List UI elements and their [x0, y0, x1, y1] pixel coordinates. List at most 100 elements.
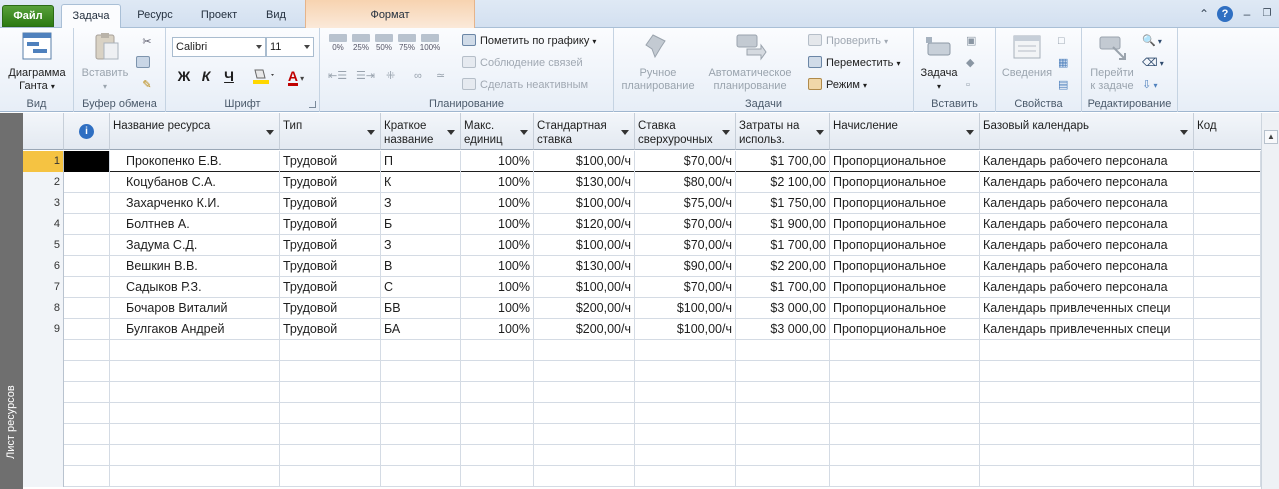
- mode-button[interactable]: Режим ▾: [808, 75, 867, 95]
- cell-code[interactable]: [1194, 151, 1261, 172]
- italic-button[interactable]: К: [196, 66, 216, 86]
- restore-icon[interactable]: ❐: [1259, 6, 1275, 22]
- cell-row-number[interactable]: [23, 466, 64, 487]
- cell-max-units[interactable]: 100%: [461, 277, 534, 298]
- table-row[interactable]: [23, 445, 1261, 466]
- cell-accrue-at[interactable]: Пропорциональное: [830, 319, 980, 340]
- cell-std-rate[interactable]: [534, 424, 635, 445]
- header-initials[interactable]: Краткое название: [381, 113, 461, 150]
- cell-initials[interactable]: П: [381, 151, 461, 172]
- pct-0-button[interactable]: 0%: [327, 34, 349, 52]
- cell-std-rate[interactable]: $120,00/ч: [534, 214, 635, 235]
- cell-type[interactable]: Трудовой: [280, 151, 381, 172]
- tab-file[interactable]: Файл: [2, 5, 54, 27]
- header-ovt-rate[interactable]: Ставка сверхурочных: [635, 113, 736, 150]
- cell-code[interactable]: [1194, 298, 1261, 319]
- cell-ovt-rate[interactable]: $75,00/ч: [635, 193, 736, 214]
- cell-resource-name[interactable]: [110, 445, 280, 466]
- font-color-button[interactable]: А ▾: [282, 66, 310, 86]
- cell-ovt-rate[interactable]: [635, 445, 736, 466]
- move-button[interactable]: Переместить ▾: [808, 53, 900, 73]
- cell-row-number[interactable]: 4: [23, 214, 64, 235]
- minimize-icon[interactable]: –: [1239, 6, 1255, 22]
- cell-code[interactable]: [1194, 319, 1261, 340]
- cell-max-units[interactable]: 100%: [461, 193, 534, 214]
- cell-cost-per-use[interactable]: $3 000,00: [736, 319, 830, 340]
- cell-row-number[interactable]: [23, 424, 64, 445]
- cell-indicators[interactable]: [64, 214, 110, 235]
- minimize-ribbon-icon[interactable]: ⌃: [1196, 6, 1212, 22]
- indent-icon[interactable]: ☰⇥: [356, 66, 386, 86]
- details-icon[interactable]: ▦: [1058, 53, 1078, 73]
- cell-cost-per-use[interactable]: $2 100,00: [736, 172, 830, 193]
- cell-cost-per-use[interactable]: [736, 445, 830, 466]
- cell-code[interactable]: [1194, 256, 1261, 277]
- pct-50-button[interactable]: 50%: [373, 34, 395, 52]
- cell-resource-name[interactable]: Булгаков Андрей: [110, 319, 280, 340]
- inactivate-button[interactable]: Сделать неактивным: [462, 75, 588, 95]
- cell-code[interactable]: [1194, 235, 1261, 256]
- cell-resource-name[interactable]: Коцубанов С.А.: [110, 172, 280, 193]
- cell-resource-name[interactable]: [110, 340, 280, 361]
- cell-resource-name[interactable]: Захарченко К.И.: [110, 193, 280, 214]
- cell-type[interactable]: Трудовой: [280, 298, 381, 319]
- cell-code[interactable]: [1194, 193, 1261, 214]
- cell-max-units[interactable]: [461, 424, 534, 445]
- cell-initials[interactable]: БВ: [381, 298, 461, 319]
- cell-resource-name[interactable]: Прокопенко Е.В.: [110, 151, 280, 172]
- cell-code[interactable]: [1194, 277, 1261, 298]
- header-code[interactable]: Код: [1194, 113, 1261, 150]
- cell-cost-per-use[interactable]: [736, 382, 830, 403]
- information-button[interactable]: Сведения: [998, 31, 1056, 80]
- cell-base-calendar[interactable]: Календарь рабочего персонала: [980, 277, 1194, 298]
- cell-std-rate[interactable]: $200,00/ч: [534, 298, 635, 319]
- cell-std-rate[interactable]: $130,00/ч: [534, 256, 635, 277]
- table-row[interactable]: 2 Коцубанов С.А. Трудовой К 100% $130,00/ч $80…: [23, 172, 1261, 193]
- cell-resource-name[interactable]: Садыков Р.З.: [110, 277, 280, 298]
- tab-view[interactable]: Вид: [256, 4, 296, 28]
- cell-std-rate[interactable]: [534, 445, 635, 466]
- cell-initials[interactable]: В: [381, 256, 461, 277]
- split-icon[interactable]: ⁜: [386, 66, 408, 86]
- link-icon[interactable]: ∞: [414, 66, 436, 86]
- cell-type[interactable]: [280, 382, 381, 403]
- cell-accrue-at[interactable]: [830, 403, 980, 424]
- cell-accrue-at[interactable]: Пропорциональное: [830, 298, 980, 319]
- cell-resource-name[interactable]: Болтнев А.: [110, 214, 280, 235]
- table-row[interactable]: 5 Задума С.Д. Трудовой З 100% $100,00/ч $70,00…: [23, 235, 1261, 256]
- table-row[interactable]: 1 Прокопенко Е.В. Трудовой П 100% $100,00/ч $7…: [23, 151, 1261, 172]
- pct-25-button[interactable]: 25%: [350, 34, 372, 52]
- cell-code[interactable]: [1194, 361, 1261, 382]
- cell-max-units[interactable]: 100%: [461, 172, 534, 193]
- cell-accrue-at[interactable]: Пропорциональное: [830, 172, 980, 193]
- cell-std-rate[interactable]: [534, 403, 635, 424]
- cell-ovt-rate[interactable]: $90,00/ч: [635, 256, 736, 277]
- table-row[interactable]: 9 Булгаков Андрей Трудовой БА 100% $200,00/ч $…: [23, 319, 1261, 340]
- cell-max-units[interactable]: 100%: [461, 235, 534, 256]
- highlight-color-button[interactable]: [250, 66, 278, 86]
- manual-schedule-button[interactable]: Ручное планирование: [618, 31, 698, 93]
- cell-ovt-rate[interactable]: $70,00/ч: [635, 214, 736, 235]
- cell-std-rate[interactable]: $130,00/ч: [534, 172, 635, 193]
- cell-initials[interactable]: Б: [381, 214, 461, 235]
- cell-accrue-at[interactable]: Пропорциональное: [830, 151, 980, 172]
- cell-cost-per-use[interactable]: [736, 424, 830, 445]
- clear-icon[interactable]: ⌫ ▾: [1142, 53, 1172, 73]
- cell-std-rate[interactable]: $100,00/ч: [534, 235, 635, 256]
- cell-cost-per-use[interactable]: $1 700,00: [736, 235, 830, 256]
- bold-button[interactable]: Ж: [174, 66, 194, 86]
- cell-type[interactable]: [280, 361, 381, 382]
- header-indicators[interactable]: i: [64, 113, 110, 150]
- header-accrue-at[interactable]: Начисление: [830, 113, 980, 150]
- font-size-select[interactable]: 11: [266, 37, 314, 57]
- cell-type[interactable]: Трудовой: [280, 256, 381, 277]
- cell-initials[interactable]: БА: [381, 319, 461, 340]
- cell-ovt-rate[interactable]: $100,00/ч: [635, 319, 736, 340]
- cell-cost-per-use[interactable]: $1 900,00: [736, 214, 830, 235]
- deliverable-icon[interactable]: ▫: [966, 75, 988, 95]
- table-row[interactable]: [23, 403, 1261, 424]
- table-row[interactable]: [23, 382, 1261, 403]
- cell-indicators[interactable]: [64, 256, 110, 277]
- cell-indicators[interactable]: [64, 172, 110, 193]
- cell-row-number[interactable]: 3: [23, 193, 64, 214]
